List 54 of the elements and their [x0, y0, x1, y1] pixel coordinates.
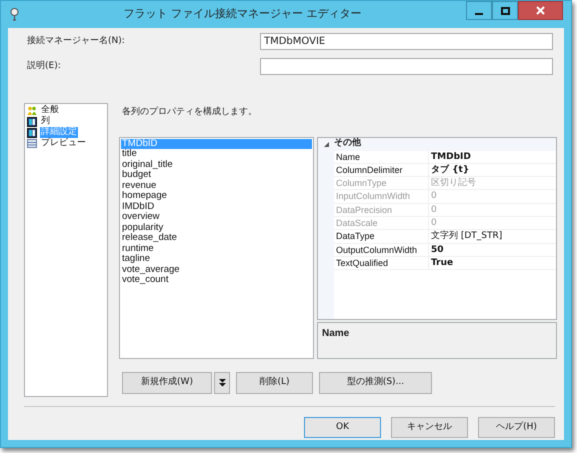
- column-item[interactable]: original_title: [121, 160, 312, 170]
- column-item[interactable]: vote_count: [121, 275, 312, 286]
- minimize-button[interactable]: [466, 1, 492, 20]
- property-name[interactable]: ColumnDelimiter: [334, 164, 429, 178]
- maximize-button[interactable]: [492, 1, 518, 20]
- command-button[interactable]: 削除(L): [236, 372, 313, 394]
- caret-icon: [218, 378, 226, 386]
- property-name[interactable]: OutputColumnWidth: [334, 244, 429, 257]
- close-button[interactable]: [518, 1, 563, 20]
- column-item[interactable]: overview: [121, 212, 312, 222]
- property-value[interactable]: True: [429, 256, 556, 270]
- dialog-button[interactable]: OK: [304, 417, 381, 438]
- dialog-button[interactable]: キャンセル: [391, 417, 468, 438]
- table-icon: [27, 128, 37, 138]
- app-icon: [10, 8, 18, 21]
- instruction-text: 各列のプロパティを構成します。: [122, 106, 258, 119]
- property-value[interactable]: 50: [429, 244, 556, 257]
- collapse-icon[interactable]: [324, 142, 328, 146]
- category-label: その他: [334, 137, 361, 150]
- table-icon: [27, 116, 37, 126]
- column-item[interactable]: homepage: [121, 191, 312, 202]
- grid-icon: [27, 139, 37, 148]
- column-item[interactable]: IMDbID: [121, 202, 312, 212]
- property-name[interactable]: Name: [334, 150, 429, 164]
- column-item[interactable]: tagline: [121, 254, 312, 264]
- maximize-icon: [500, 6, 510, 14]
- dropdown-button[interactable]: [214, 372, 230, 394]
- column-item[interactable]: title: [121, 149, 312, 160]
- people-icon: [27, 106, 37, 116]
- text-field[interactable]: TMDbMOVIE: [260, 33, 553, 50]
- minimize-icon: [475, 12, 483, 14]
- property-value[interactable]: 文字列 [DT_STR]: [429, 230, 556, 244]
- description-title: Name: [322, 328, 350, 338]
- nav-item[interactable]: 全般: [40, 105, 60, 116]
- window-title: フラット ファイル接続マネージャー エディター: [122, 6, 362, 22]
- column-item[interactable]: revenue: [121, 180, 312, 191]
- column-item[interactable]: budget: [121, 170, 312, 180]
- dialog-button[interactable]: ヘルプ(H): [478, 417, 555, 438]
- text-field[interactable]: [260, 58, 553, 75]
- column-item[interactable]: release_date: [121, 233, 312, 244]
- property-value[interactable]: TMDbID: [429, 150, 556, 164]
- nav-item[interactable]: 列: [40, 116, 51, 127]
- column-item[interactable]: popularity: [121, 222, 312, 233]
- nav-item[interactable]: プレビュー: [40, 138, 87, 149]
- field-label: 接続マネージャー名(N):: [27, 34, 126, 48]
- command-button[interactable]: 型の推測(S)...: [319, 372, 432, 394]
- property-name[interactable]: DataType: [334, 230, 429, 244]
- property-name[interactable]: TextQualified: [334, 256, 429, 270]
- property-value[interactable]: タブ {t}: [429, 164, 556, 178]
- field-label: 説明(E):: [27, 60, 62, 73]
- command-button[interactable]: 新規作成(W): [122, 372, 212, 394]
- close-icon: [536, 6, 545, 15]
- column-item[interactable]: runtime: [121, 244, 312, 254]
- column-item[interactable]: vote_average: [121, 264, 312, 275]
